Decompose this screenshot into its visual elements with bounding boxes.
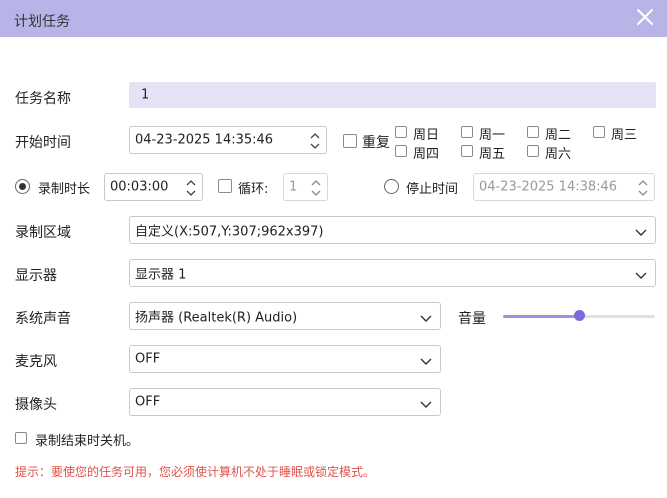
weekday-label-sat: 周六 [545,147,572,162]
weekday-label-fri: 周五 [479,147,506,162]
repeat-label: 重复 [362,135,390,151]
stop-time-value: 04-23-2025 14:38:46 [479,179,618,195]
shutdown-label: 录制结束时关机。 [35,434,140,449]
stop-time-spinner[interactable] [636,175,650,199]
volume-label: 音量 [458,311,486,327]
weekday-checkbox-sun[interactable] [395,126,407,138]
camera-label: 摄像头 [15,397,57,413]
weekday-checkbox-fri[interactable] [461,145,473,157]
record-duration-input[interactable]: 00:03:00 [104,173,203,201]
close-icon[interactable] [635,7,655,27]
task-name-label: 任务名称 [15,91,71,107]
system-audio-label: 系统声音 [15,311,71,327]
weekday-checkbox-sat[interactable] [527,145,539,157]
start-time-spinner[interactable] [308,128,322,152]
display-label: 显示器 [15,268,57,284]
scheduled-task-dialog: 计划任务 任务名称 1 开始时间 04-23-2025 14:35:46 重复 … [0,0,667,498]
volume-slider-fill [503,315,579,318]
display-select[interactable]: 显示器 1 [129,259,656,287]
repeat-checkbox[interactable] [343,134,357,148]
stop-time-label: 停止时间 [406,182,459,197]
weekday-checkbox-mon[interactable] [461,126,473,138]
weekday-checkbox-tue[interactable] [527,126,539,138]
task-name-value: 1 [141,87,150,103]
dialog-title: 计划任务 [14,14,70,30]
chevron-down-icon [420,355,432,365]
record-duration-radio[interactable] [15,179,30,194]
chevron-down-icon [635,226,647,236]
microphone-label: 麦克风 [15,354,57,370]
task-name-input[interactable]: 1 [129,82,656,108]
loop-label: 循环: [238,182,269,197]
stop-time-input[interactable]: 04-23-2025 14:38:46 [473,173,655,201]
stop-time-radio[interactable] [384,179,399,194]
display-value: 显示器 1 [135,267,187,283]
start-time-input[interactable]: 04-23-2025 14:35:46 [129,126,327,154]
record-duration-label: 录制时长 [38,182,91,197]
weekday-label-mon: 周一 [479,128,506,143]
record-area-select[interactable]: 自定义(X:507,Y:307;962x397) [129,216,656,244]
weekday-label-tue: 周二 [545,128,572,143]
weekday-checkbox-wed[interactable] [593,126,605,138]
weekday-checkbox-thu[interactable] [395,145,407,157]
chevron-down-icon [420,312,432,322]
record-duration-spinner[interactable] [184,175,198,199]
start-time-value: 04-23-2025 14:35:46 [135,132,274,148]
loop-count-value: 1 [289,179,298,195]
weekday-label-sun: 周日 [413,128,440,143]
record-duration-value: 00:03:00 [110,179,169,195]
weekday-label-thu: 周四 [413,147,440,162]
chevron-down-icon [420,398,432,408]
weekday-label-wed: 周三 [611,128,638,143]
camera-value: OFF [135,394,161,410]
microphone-value: OFF [135,351,161,367]
loop-count-spinner[interactable] [309,175,323,199]
loop-checkbox[interactable] [218,179,232,193]
shutdown-checkbox[interactable] [15,432,27,444]
system-audio-value: 扬声器 (Realtek(R) Audio) [135,310,298,326]
system-audio-select[interactable]: 扬声器 (Realtek(R) Audio) [129,302,441,330]
volume-slider-thumb[interactable] [574,310,585,321]
title-bar: 计划任务 [0,0,667,37]
microphone-select[interactable]: OFF [129,345,441,373]
loop-count-input[interactable]: 1 [283,173,328,201]
hint-text: 提示：要使您的任务可用，您必须使计算机不处于睡眠或锁定模式。 [15,465,376,479]
record-area-label: 录制区域 [15,225,71,241]
start-time-label: 开始时间 [15,135,71,151]
record-area-value: 自定义(X:507,Y:307;962x397) [135,224,324,240]
camera-select[interactable]: OFF [129,388,441,416]
chevron-down-icon [635,269,647,279]
